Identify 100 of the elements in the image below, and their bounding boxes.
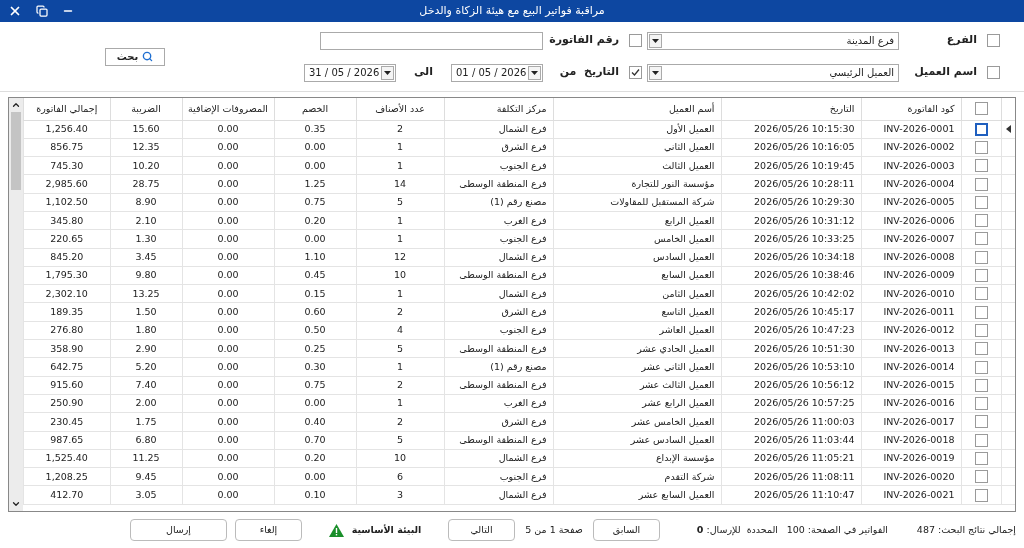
checkbox[interactable] [974,232,988,246]
filter-label: الفرع [945,32,977,49]
table-cell: 2026/05/26 10:56:12 [721,376,861,395]
table-cell: 0.00 [182,120,274,139]
dropdown-button[interactable] [649,65,662,80]
table-cell: 5 [356,431,444,450]
scrollbar-thumb[interactable] [11,112,21,190]
table-cell: العميل الثامن [553,284,721,303]
checkbox[interactable] [974,433,988,447]
checkbox[interactable] [629,66,642,79]
date-to-field[interactable]: 31 / 05 / 2026 [303,63,396,82]
previous-button[interactable]: السابق [593,519,660,541]
checkbox[interactable] [974,452,988,465]
table-cell: 0.20 [274,449,356,468]
next-button[interactable]: التالي [448,519,515,541]
search-icon [142,51,154,62]
table-cell: 3 [356,485,444,505]
table-cell: 2026/05/26 10:53:10 [721,357,861,377]
checkbox[interactable] [987,66,1000,79]
table-cell: العميل الخامس عشر [553,412,721,432]
table-cell: 2026/05/26 10:29:30 [721,193,861,212]
cancel-button[interactable]: إلغاء [235,519,302,541]
caret-icon [652,70,659,75]
checkbox[interactable] [974,269,988,282]
table-cell: 2026/05/26 10:42:02 [721,284,861,303]
branch-dropdown[interactable]: فرع المدينة [647,31,899,50]
checkbox[interactable] [974,102,988,116]
table-cell: 0.30 [274,357,356,377]
dropdown-button[interactable] [649,33,662,48]
table-cell: INV-2026-0005 [861,193,961,212]
checkbox[interactable] [974,397,988,411]
dropdown-button[interactable] [528,65,541,80]
checkbox[interactable] [974,177,988,191]
table-cell: 2026/05/26 10:38:46 [721,266,861,285]
caret-icon [383,70,391,75]
table-cell: 0.00 [182,266,274,285]
table-cell: فرع المنطقة الوسطى [444,266,553,285]
table-cell: 1.30 [110,229,182,249]
date-from-field[interactable]: 01 / 05 / 2026 [451,63,543,82]
table-cell: 1 [356,229,444,249]
checkbox[interactable] [974,470,988,484]
page-indicator: صفحة 1 من 5 [524,522,584,537]
checkbox[interactable] [974,214,988,228]
column-header[interactable]: أسم العميل [553,98,721,120]
column-header[interactable]: المصروفات الإضافية [182,98,274,120]
scroll-down-icon[interactable] [11,499,21,509]
table-cell: فرع الغرب [444,394,553,413]
column-header[interactable]: التاريخ [721,98,861,120]
checkbox[interactable] [629,34,642,47]
table-cell: 2026/05/26 10:51:30 [721,339,861,358]
checkbox[interactable] [974,323,988,337]
table-cell: 2 [356,302,444,322]
checkbox[interactable] [974,342,988,356]
checkbox[interactable] [974,122,988,136]
table-cell: 5 [356,193,444,212]
invoice-number-field[interactable] [320,31,543,50]
column-header[interactable]: مركز التكلفة [444,98,553,120]
table-cell: مصنع رقم (1) [444,193,553,212]
table-cell: INV-2026-0003 [861,156,961,175]
table-cell: 0.75 [274,193,356,212]
close-icon[interactable] [8,4,22,18]
checkbox[interactable] [974,287,988,301]
dropdown-button[interactable] [380,65,394,80]
table-cell: العميل الرابع عشر [553,394,721,413]
scroll-up-icon[interactable] [11,100,21,110]
column-header[interactable]: عدد الأصناف [356,98,444,120]
table-cell: 2026/05/26 11:03:44 [721,431,861,450]
column-header[interactable]: الضريبة [110,98,182,120]
checkbox[interactable] [987,34,1000,47]
table-cell: 11.25 [110,449,182,468]
table-cell: فرع الغرب [444,211,553,230]
checkbox[interactable] [974,305,988,319]
send-button[interactable]: إرسال [130,519,227,541]
table-cell: فرع المنطقة الوسطى [444,339,553,358]
table-cell: INV-2026-0013 [861,339,961,358]
checkbox[interactable] [974,488,988,502]
restore-icon[interactable] [36,5,48,17]
checkbox[interactable] [974,159,988,173]
table-cell: 1.25 [274,174,356,194]
table-cell: 0.10 [274,485,356,505]
checkbox[interactable] [974,140,988,154]
table-cell: العميل الخامس [553,229,721,249]
table-cell: 0.60 [274,302,356,322]
search-button[interactable]: بحث [105,47,165,66]
table-cell: 0.00 [274,138,356,157]
table-cell: فرع المنطقة الوسطى [444,376,553,395]
column-header[interactable]: كود الفاتورة [861,98,961,120]
checkbox[interactable] [974,415,988,429]
table-cell: 0.00 [182,321,274,340]
column-header[interactable]: الخصم [274,98,356,120]
scrollbar[interactable] [9,98,23,511]
table-cell: 0.00 [182,138,274,157]
table-cell: فرع الجنوب [444,467,553,486]
customer-dropdown[interactable]: العميل الرئيسي [647,63,899,82]
checkbox[interactable] [974,360,988,374]
checkbox[interactable] [974,195,988,209]
checkbox[interactable] [974,378,988,392]
table-cell: 2 [356,376,444,395]
checkbox[interactable] [974,250,988,264]
filter-label: التاريخ من [558,64,619,81]
